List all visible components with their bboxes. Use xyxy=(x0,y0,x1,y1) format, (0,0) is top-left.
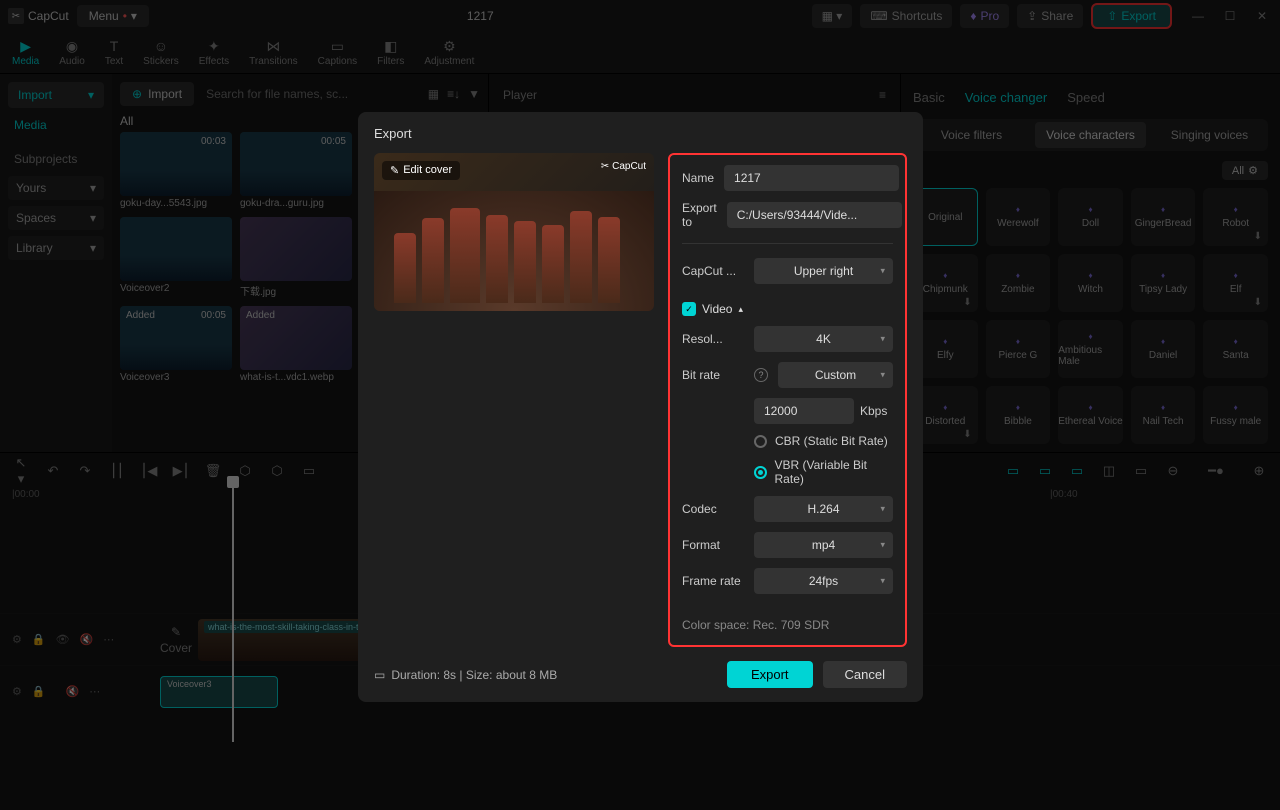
capcut-select[interactable]: Upper right▾ xyxy=(754,258,893,284)
bitrate-select[interactable]: Custom▾ xyxy=(778,362,893,388)
kbps-input[interactable] xyxy=(754,398,854,424)
cover-logo: ✂ CapCut xyxy=(601,161,646,172)
codec-label: Codec xyxy=(682,502,744,516)
cover-preview: ✎ Edit cover ✂ CapCut xyxy=(374,153,654,311)
cancel-button[interactable]: Cancel xyxy=(823,661,907,688)
capcut-label: CapCut ... xyxy=(682,264,744,278)
cbr-radio[interactable]: CBR (Static Bit Rate) xyxy=(754,434,893,448)
name-input[interactable] xyxy=(724,165,899,191)
resolution-select[interactable]: 4K▾ xyxy=(754,326,893,352)
export-dialog: Export ✎ Edit cover ✂ CapCut Na xyxy=(358,112,923,702)
color-space: Color space: Rec. 709 SDR xyxy=(682,618,893,632)
codec-select[interactable]: H.264▾ xyxy=(754,496,893,522)
bitrate-label: Bit rate xyxy=(682,368,744,382)
export-confirm-button[interactable]: Export xyxy=(727,661,813,688)
format-label: Format xyxy=(682,538,744,552)
export-to-label: Export to xyxy=(682,201,717,229)
framerate-select[interactable]: 24fps▾ xyxy=(754,568,893,594)
duration-info: ▭ Duration: 8s | Size: about 8 MB xyxy=(374,668,557,682)
kbps-unit: Kbps xyxy=(860,404,887,418)
resolution-label: Resol... xyxy=(682,332,744,346)
framerate-label: Frame rate xyxy=(682,574,744,588)
vbr-radio[interactable]: VBR (Variable Bit Rate) xyxy=(754,458,893,486)
dialog-title: Export xyxy=(374,126,907,141)
video-section[interactable]: ✓Video ▴ xyxy=(682,302,893,316)
name-label: Name xyxy=(682,171,714,185)
edit-cover-button[interactable]: ✎ Edit cover xyxy=(382,161,460,180)
export-to-input[interactable] xyxy=(727,202,902,228)
format-select[interactable]: mp4▾ xyxy=(754,532,893,558)
info-icon[interactable]: ? xyxy=(754,368,768,382)
